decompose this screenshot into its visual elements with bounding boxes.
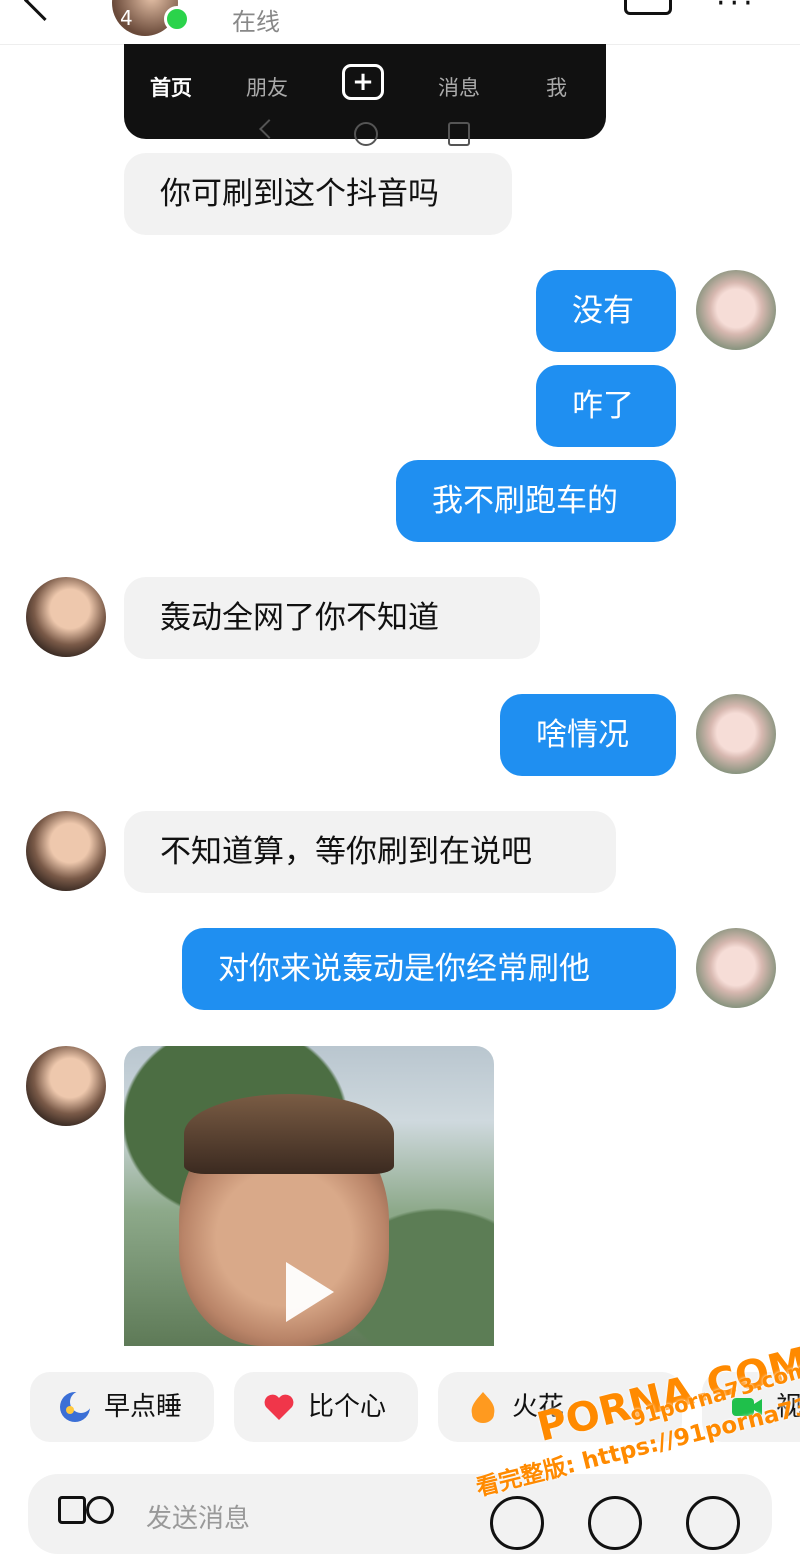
chat-header: 4 在线 ···	[0, 0, 800, 45]
quick-reply-label: 早点睡	[104, 1392, 183, 1422]
video-thumbnail-hair	[184, 1094, 394, 1174]
my-avatar[interactable]	[696, 694, 776, 774]
add-more-icon[interactable]	[686, 1496, 740, 1550]
contact-avatar[interactable]	[26, 811, 106, 891]
contact-avatar[interactable]	[26, 1046, 106, 1126]
system-recents-icon	[448, 122, 470, 146]
quick-reply-label: 比个心	[308, 1392, 387, 1422]
quick-reply-heart[interactable]: 比个心	[234, 1372, 418, 1442]
message-bubble-incoming[interactable]: 你可刷到这个抖音吗	[124, 153, 512, 235]
quick-reply-sleep[interactable]: 早点睡	[30, 1372, 214, 1442]
nav-item-me: 我	[546, 76, 567, 100]
system-back-icon	[259, 119, 279, 139]
more-options-icon[interactable]: ···	[716, 0, 757, 21]
message-bubble-outgoing[interactable]: 对你来说轰动是你经常刷他	[182, 928, 676, 1010]
video-message[interactable]	[124, 1046, 494, 1346]
online-status-dot	[164, 6, 190, 32]
back-arrow-icon[interactable]	[23, 0, 66, 22]
message-bubble-outgoing[interactable]: 没有	[536, 270, 676, 352]
contact-avatar[interactable]	[26, 577, 106, 657]
message-input-placeholder[interactable]: 发送消息	[146, 1498, 250, 1535]
apps-icon-part	[86, 1496, 114, 1524]
nav-item-friends: 朋友	[246, 76, 288, 100]
my-avatar[interactable]	[696, 270, 776, 350]
nav-item-home: 首页	[150, 76, 192, 100]
avatar-badge: 4	[120, 6, 133, 30]
moon-icon	[60, 1391, 92, 1422]
nav-item-messages: 消息	[438, 76, 480, 100]
online-status-text: 在线	[232, 8, 280, 36]
my-avatar[interactable]	[696, 928, 776, 1008]
emoji-icon[interactable]	[588, 1496, 642, 1550]
plus-icon: +	[342, 64, 384, 100]
message-bubble-outgoing[interactable]: 我不刷跑车的	[396, 460, 676, 542]
message-input-bar[interactable]: 发送消息	[28, 1474, 772, 1554]
voice-icon[interactable]	[490, 1496, 544, 1550]
message-bubble-outgoing[interactable]: 咋了	[536, 365, 676, 447]
apps-icon[interactable]	[58, 1496, 86, 1524]
shared-screenshot-nav-bar: 首页 朋友 + 消息 我	[124, 44, 606, 146]
fire-icon	[471, 1392, 495, 1423]
message-bubble-incoming[interactable]: 不知道算，等你刷到在说吧	[124, 811, 616, 893]
video-call-icon[interactable]	[624, 0, 672, 15]
message-bubble-incoming[interactable]: 轰动全网了你不知道	[124, 577, 540, 659]
message-bubble-outgoing[interactable]: 啥情况	[500, 694, 676, 776]
system-home-icon	[354, 122, 378, 146]
play-icon[interactable]	[286, 1262, 334, 1322]
heart-icon	[264, 1394, 294, 1420]
